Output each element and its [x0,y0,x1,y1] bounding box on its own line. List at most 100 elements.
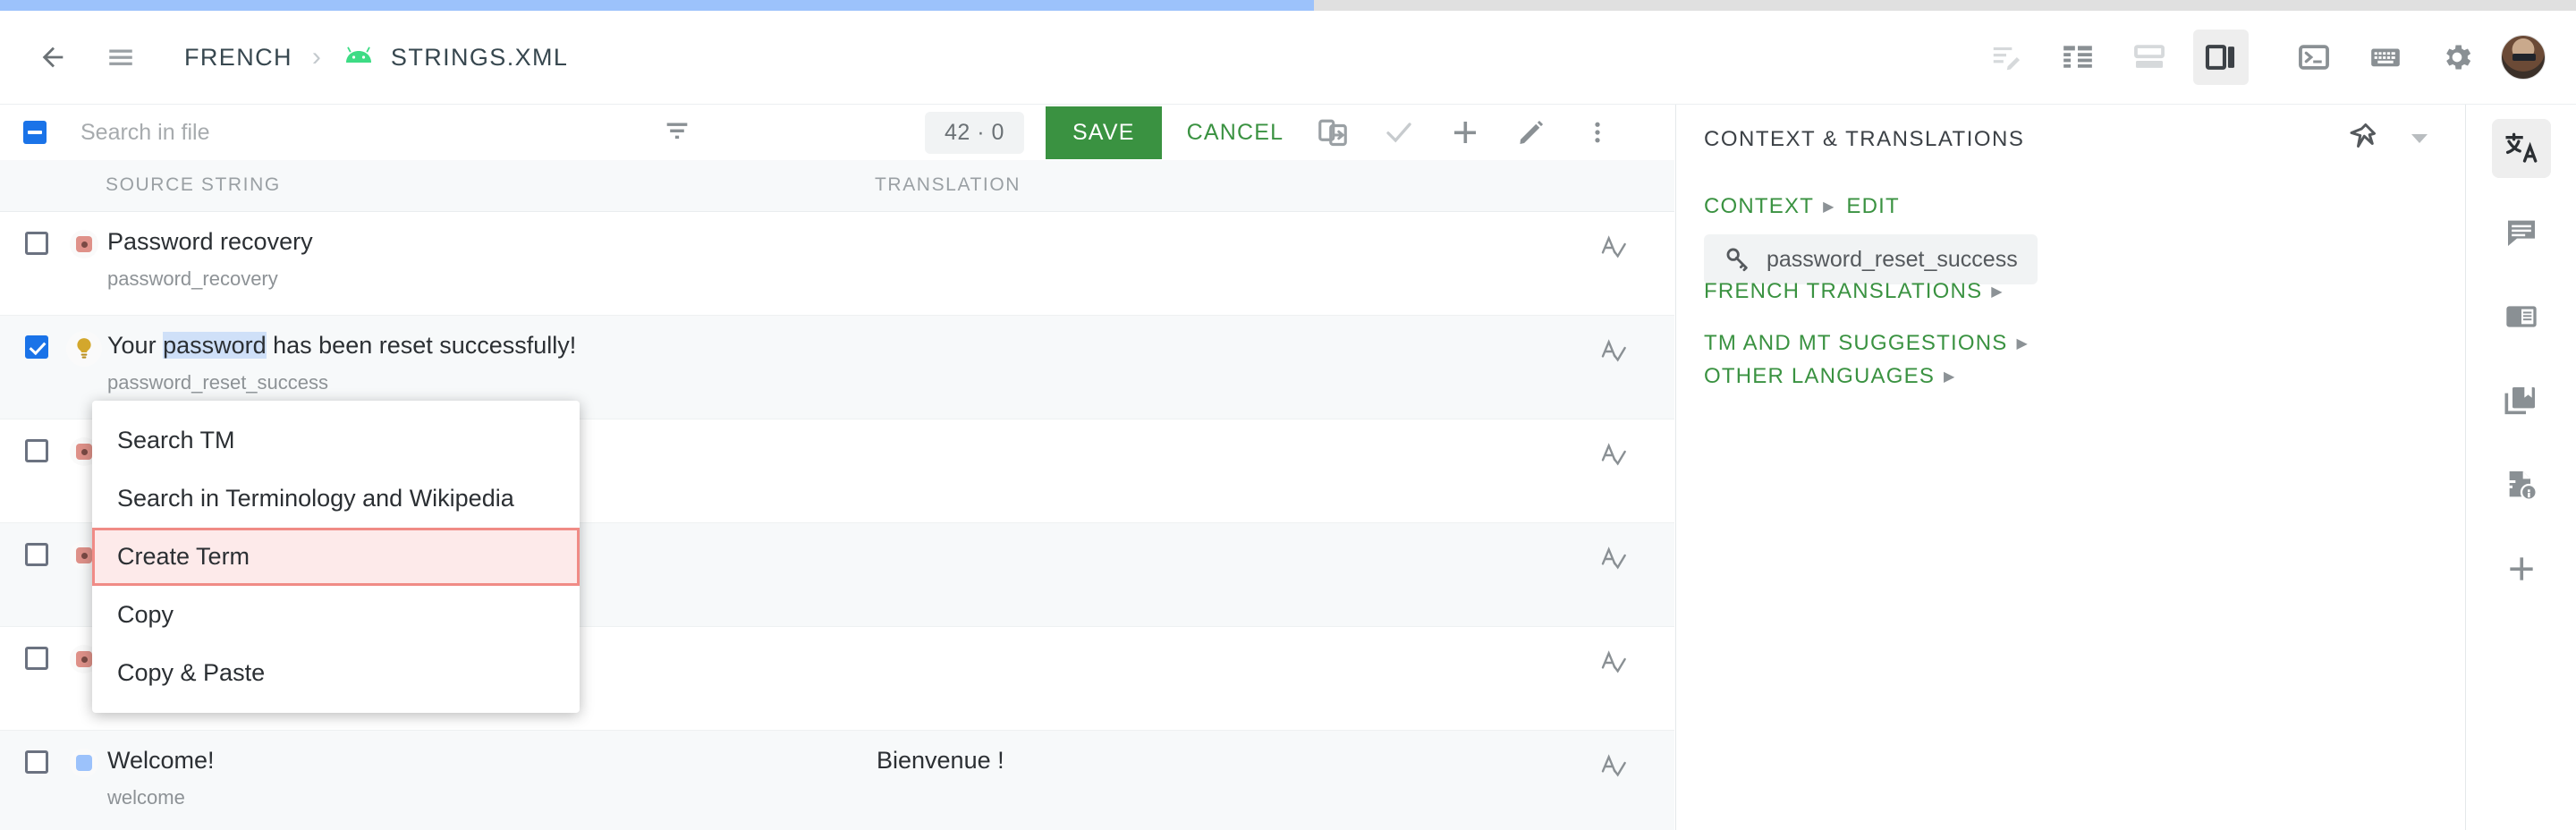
rail-comments-button[interactable] [2492,203,2551,262]
add-plus-icon [2504,552,2538,586]
save-button[interactable]: SAVE [1046,106,1162,159]
spellcheck-icon[interactable] [1599,233,1628,267]
status-dot [76,755,92,771]
table-row[interactable]: Welcome!welcomeBienvenue ! [0,731,1674,830]
section-label: OTHER LANGUAGES [1704,364,1935,389]
context-menu-item[interactable]: Search TM [92,411,580,470]
breadcrumb-language[interactable]: FRENCH [184,44,292,72]
keyboard-icon [2368,40,2402,74]
spellcheck-icon[interactable] [1599,337,1628,370]
more-vertical-icon [1584,116,1611,148]
context-translations-panel: CONTEXT & TRANSLATIONS CONTEXT ▶ EDIT pa… [1675,105,2464,830]
page-progress-bar [0,0,2576,11]
copy-to-device-icon [1317,116,1349,148]
article-icon [2504,299,2539,335]
vertical-split-layout-button[interactable] [2193,30,2249,85]
translate-icon [2503,130,2540,167]
main-menu-button[interactable] [93,30,148,85]
table-layout-button[interactable] [2050,30,2106,85]
horizontal-split-layout-button[interactable] [2122,30,2177,85]
status-indicator[interactable] [70,230,98,258]
user-avatar[interactable] [2501,35,2546,80]
translation-text[interactable]: Bienvenue ! [877,747,1004,775]
row-checkbox[interactable] [25,647,48,670]
row-checkbox[interactable] [25,543,48,566]
source-string-text[interactable]: Password recovery [107,228,313,256]
spellcheck-icon[interactable] [1599,648,1628,682]
context-menu-item[interactable]: Copy & Paste [92,644,580,702]
context-menu-item[interactable]: Copy [92,586,580,644]
add-string-button[interactable] [1437,105,1493,160]
column-header-source: SOURCE STRING [106,174,281,196]
notes-edit-button[interactable] [1979,30,2034,85]
keyboard-shortcuts-button[interactable] [2358,30,2413,85]
copy-to-device-button[interactable] [1305,105,1360,160]
search-input[interactable] [80,120,564,146]
row-checkbox[interactable] [25,335,48,359]
row-checkbox[interactable] [25,232,48,255]
more-options-button[interactable] [1570,105,1625,160]
rail-article-button[interactable] [2492,287,2551,346]
select-all-checkbox[interactable] [23,121,47,144]
lightbulb-icon[interactable] [66,331,102,367]
breadcrumb-file[interactable]: STRINGS.XML [391,44,568,72]
rail-glossary-button[interactable] [2492,371,2551,430]
table-layout-icon [2061,40,2095,74]
back-button[interactable] [25,30,80,85]
row-checkbox[interactable] [25,439,48,462]
cancel-button[interactable]: CANCEL [1187,120,1284,146]
vertical-split-layout-icon [2204,40,2238,74]
section-tm-mt-suggestions[interactable]: TM AND MT SUGGESTIONS ▶ [1704,331,2041,356]
terminal-button[interactable] [2286,30,2342,85]
panel-links: CONTEXT ▶ EDIT [1704,194,1900,219]
file-info-icon [2504,467,2539,503]
filter-icon [662,115,692,146]
status-dot [76,444,92,460]
context-menu-item[interactable]: Create Term [92,528,580,586]
rail-file-info-button[interactable] [2492,455,2551,514]
pin-panel-button[interactable] [2346,121,2378,157]
section-label: FRENCH TRANSLATIONS [1704,279,1982,304]
top-navigation-bar: FRENCH › STRINGS.XML [0,11,2576,105]
horizontal-split-layout-icon [2132,40,2166,74]
rail-add-button[interactable] [2492,539,2551,598]
edit-pencil-icon [1515,116,1547,148]
section-arrow-icon: ▶ [1944,368,1956,385]
row-checkbox[interactable] [25,750,48,774]
status-indicator[interactable] [70,749,98,777]
source-string-key: password_reset_success [107,371,328,394]
section-arrow-icon: ▶ [2016,335,2029,352]
context-link[interactable]: CONTEXT [1704,194,1814,219]
edit-button[interactable] [1504,105,1559,160]
collapse-panel-button[interactable] [2409,131,2430,150]
spellcheck-icon[interactable] [1599,545,1628,578]
glossary-library-icon [2504,383,2539,419]
key-icon [1724,245,1752,274]
settings-button[interactable] [2429,30,2485,85]
source-string-text[interactable]: Your password has been reset successfull… [107,332,576,360]
approve-check-icon [1383,116,1415,148]
status-dot [76,236,92,252]
filter-button[interactable] [662,115,692,150]
arrow-left-icon [38,42,68,72]
table-row[interactable]: Password recoverypassword_recovery [0,212,1674,316]
status-dot [76,547,92,563]
section-other-languages[interactable]: OTHER LANGUAGES ▶ [1704,364,1969,389]
context-menu-item[interactable]: Search in Terminology and Wikipedia [92,470,580,528]
spellcheck-icon[interactable] [1599,441,1628,474]
context-arrow-icon: ▶ [1823,198,1834,216]
tools-rail [2465,105,2576,830]
source-string-text[interactable]: Welcome! [107,747,215,775]
table-header-row: SOURCE STRING TRANSLATION [0,160,1674,212]
selected-text[interactable]: password [163,332,267,359]
approve-button[interactable] [1371,105,1427,160]
string-key-chip[interactable]: password_reset_success [1704,234,2038,284]
android-icon [341,45,377,70]
rail-translate-button[interactable] [2492,119,2551,178]
terminal-icon [2297,40,2331,74]
spellcheck-icon[interactable] [1599,752,1628,785]
edit-link[interactable]: EDIT [1846,194,1899,219]
section-french-translations[interactable]: FRENCH TRANSLATIONS ▶ [1704,279,2016,304]
page-progress-fill [0,0,1314,11]
hamburger-menu-icon [106,42,136,72]
